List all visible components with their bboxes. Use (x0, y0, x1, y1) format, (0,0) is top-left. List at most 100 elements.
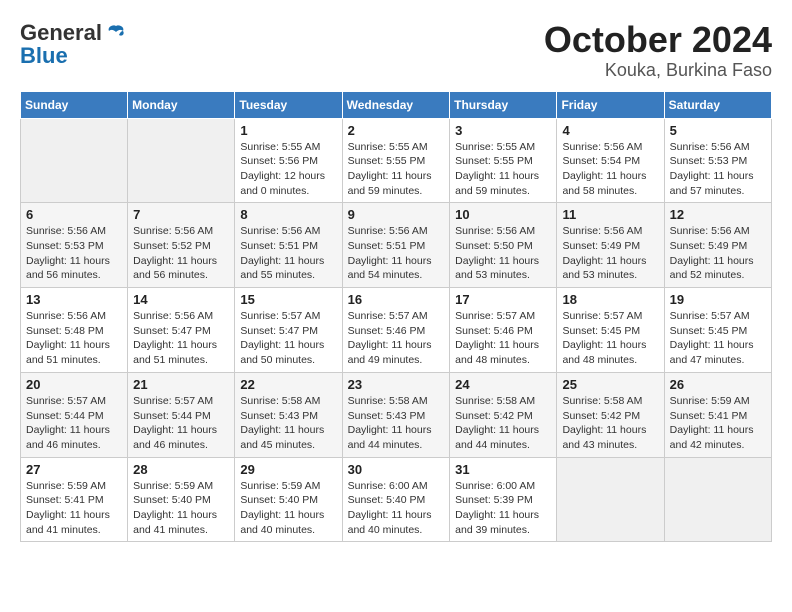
day-info: Sunrise: 5:57 AM Sunset: 5:45 PM Dayligh… (562, 309, 658, 368)
calendar-week-2: 6 Sunrise: 5:56 AM Sunset: 5:53 PM Daylig… (21, 203, 772, 288)
calendar-cell: 2Sunrise: 5:55 AM Sunset: 5:55 PM Daylig… (342, 118, 450, 203)
day-info: Sunrise: 5:59 AM Sunset: 5:40 PM Dayligh… (133, 479, 229, 538)
calendar-cell: 3 Sunrise: 5:55 AM Sunset: 5:55 PM Daylig… (450, 118, 557, 203)
weekday-header-wednesday: Wednesday (342, 91, 450, 118)
calendar-cell (557, 457, 664, 542)
calendar-cell: 5 Sunrise: 5:56 AM Sunset: 5:53 PM Daylig… (664, 118, 771, 203)
calendar-cell: 17 Sunrise: 5:57 AM Sunset: 5:46 PM Dayli… (450, 288, 557, 373)
page-header: General Blue October 2024 Kouka, Burkina… (20, 20, 772, 81)
day-number: 22 (240, 377, 336, 392)
calendar-cell: 15 Sunrise: 5:57 AM Sunset: 5:47 PM Dayli… (235, 288, 342, 373)
logo-blue: Blue (20, 46, 68, 66)
weekday-header-friday: Friday (557, 91, 664, 118)
calendar-cell: 1 Sunrise: 5:55 AM Sunset: 5:56 PM Daylig… (235, 118, 342, 203)
calendar-cell: 11 Sunrise: 5:56 AM Sunset: 5:49 PM Dayli… (557, 203, 664, 288)
day-number: 12 (670, 207, 766, 222)
calendar-cell (664, 457, 771, 542)
day-number: 4 (562, 123, 658, 138)
calendar-cell (128, 118, 235, 203)
day-number: 14 (133, 292, 229, 307)
location-title: Kouka, Burkina Faso (544, 60, 772, 81)
day-info: Sunrise: 5:56 AM Sunset: 5:48 PM Dayligh… (26, 309, 122, 368)
weekday-header-row: SundayMondayTuesdayWednesdayThursdayFrid… (21, 91, 772, 118)
calendar-cell: 8Sunrise: 5:56 AM Sunset: 5:51 PM Daylig… (235, 203, 342, 288)
calendar-cell: 12 Sunrise: 5:56 AM Sunset: 5:49 PM Dayli… (664, 203, 771, 288)
day-number: 15 (240, 292, 336, 307)
logo: General Blue (20, 20, 127, 66)
calendar-cell: 9Sunrise: 5:56 AM Sunset: 5:51 PM Daylig… (342, 203, 450, 288)
day-number: 26 (670, 377, 766, 392)
day-number: 16 (348, 292, 445, 307)
day-number: 7 (133, 207, 229, 222)
calendar-cell: 23Sunrise: 5:58 AM Sunset: 5:43 PM Dayli… (342, 372, 450, 457)
day-number: 24 (455, 377, 551, 392)
day-number: 19 (670, 292, 766, 307)
day-info: Sunrise: 5:57 AM Sunset: 5:47 PM Dayligh… (240, 309, 336, 368)
calendar-cell: 18Sunrise: 5:57 AM Sunset: 5:45 PM Dayli… (557, 288, 664, 373)
calendar-cell (21, 118, 128, 203)
day-info: Sunrise: 5:56 AM Sunset: 5:49 PM Dayligh… (562, 224, 658, 283)
calendar-cell: 6 Sunrise: 5:56 AM Sunset: 5:53 PM Daylig… (21, 203, 128, 288)
calendar-cell: 31 Sunrise: 6:00 AM Sunset: 5:39 PM Dayli… (450, 457, 557, 542)
calendar-cell: 29Sunrise: 5:59 AM Sunset: 5:40 PM Dayli… (235, 457, 342, 542)
day-info: Sunrise: 5:56 AM Sunset: 5:52 PM Dayligh… (133, 224, 229, 283)
day-number: 28 (133, 462, 229, 477)
calendar-cell: 14Sunrise: 5:56 AM Sunset: 5:47 PM Dayli… (128, 288, 235, 373)
day-info: Sunrise: 5:55 AM Sunset: 5:55 PM Dayligh… (348, 140, 445, 199)
day-number: 6 (26, 207, 122, 222)
calendar-cell: 4 Sunrise: 5:56 AM Sunset: 5:54 PM Daylig… (557, 118, 664, 203)
calendar-cell: 27Sunrise: 5:59 AM Sunset: 5:41 PM Dayli… (21, 457, 128, 542)
calendar-cell: 20 Sunrise: 5:57 AM Sunset: 5:44 PM Dayli… (21, 372, 128, 457)
day-info: Sunrise: 6:00 AM Sunset: 5:40 PM Dayligh… (348, 479, 445, 538)
weekday-header-monday: Monday (128, 91, 235, 118)
month-title: October 2024 (544, 20, 772, 60)
day-info: Sunrise: 5:56 AM Sunset: 5:49 PM Dayligh… (670, 224, 766, 283)
day-number: 1 (240, 123, 336, 138)
day-info: Sunrise: 5:56 AM Sunset: 5:53 PM Dayligh… (26, 224, 122, 283)
day-number: 5 (670, 123, 766, 138)
calendar-week-1: 1 Sunrise: 5:55 AM Sunset: 5:56 PM Daylig… (21, 118, 772, 203)
calendar-table: SundayMondayTuesdayWednesdayThursdayFrid… (20, 91, 772, 543)
weekday-header-thursday: Thursday (450, 91, 557, 118)
logo-bird-icon (105, 22, 127, 44)
day-number: 21 (133, 377, 229, 392)
day-info: Sunrise: 5:57 AM Sunset: 5:44 PM Dayligh… (133, 394, 229, 453)
day-info: Sunrise: 5:56 AM Sunset: 5:51 PM Dayligh… (240, 224, 336, 283)
day-number: 17 (455, 292, 551, 307)
day-info: Sunrise: 5:55 AM Sunset: 5:56 PM Dayligh… (240, 140, 336, 199)
calendar-cell: 28 Sunrise: 5:59 AM Sunset: 5:40 PM Dayli… (128, 457, 235, 542)
day-number: 20 (26, 377, 122, 392)
title-block: October 2024 Kouka, Burkina Faso (544, 20, 772, 81)
day-info: Sunrise: 5:56 AM Sunset: 5:53 PM Dayligh… (670, 140, 766, 199)
calendar-cell: 7 Sunrise: 5:56 AM Sunset: 5:52 PM Daylig… (128, 203, 235, 288)
day-number: 23 (348, 377, 445, 392)
day-info: Sunrise: 6:00 AM Sunset: 5:39 PM Dayligh… (455, 479, 551, 538)
day-info: Sunrise: 5:56 AM Sunset: 5:54 PM Dayligh… (562, 140, 658, 199)
day-info: Sunrise: 5:58 AM Sunset: 5:42 PM Dayligh… (455, 394, 551, 453)
day-number: 11 (562, 207, 658, 222)
day-number: 13 (26, 292, 122, 307)
day-info: Sunrise: 5:56 AM Sunset: 5:51 PM Dayligh… (348, 224, 445, 283)
day-info: Sunrise: 5:56 AM Sunset: 5:50 PM Dayligh… (455, 224, 551, 283)
day-info: Sunrise: 5:58 AM Sunset: 5:42 PM Dayligh… (562, 394, 658, 453)
calendar-cell: 30 Sunrise: 6:00 AM Sunset: 5:40 PM Dayli… (342, 457, 450, 542)
day-info: Sunrise: 5:57 AM Sunset: 5:44 PM Dayligh… (26, 394, 122, 453)
day-number: 25 (562, 377, 658, 392)
day-number: 31 (455, 462, 551, 477)
calendar-cell: 22 Sunrise: 5:58 AM Sunset: 5:43 PM Dayli… (235, 372, 342, 457)
weekday-header-saturday: Saturday (664, 91, 771, 118)
calendar-cell: 26Sunrise: 5:59 AM Sunset: 5:41 PM Dayli… (664, 372, 771, 457)
day-number: 10 (455, 207, 551, 222)
calendar-cell: 25 Sunrise: 5:58 AM Sunset: 5:42 PM Dayli… (557, 372, 664, 457)
day-info: Sunrise: 5:58 AM Sunset: 5:43 PM Dayligh… (240, 394, 336, 453)
calendar-week-5: 27Sunrise: 5:59 AM Sunset: 5:41 PM Dayli… (21, 457, 772, 542)
day-info: Sunrise: 5:57 AM Sunset: 5:46 PM Dayligh… (455, 309, 551, 368)
calendar-cell: 24 Sunrise: 5:58 AM Sunset: 5:42 PM Dayli… (450, 372, 557, 457)
day-number: 30 (348, 462, 445, 477)
calendar-cell: 13 Sunrise: 5:56 AM Sunset: 5:48 PM Dayli… (21, 288, 128, 373)
day-info: Sunrise: 5:57 AM Sunset: 5:45 PM Dayligh… (670, 309, 766, 368)
day-number: 29 (240, 462, 336, 477)
calendar-cell: 19 Sunrise: 5:57 AM Sunset: 5:45 PM Dayli… (664, 288, 771, 373)
day-info: Sunrise: 5:55 AM Sunset: 5:55 PM Dayligh… (455, 140, 551, 199)
day-number: 3 (455, 123, 551, 138)
